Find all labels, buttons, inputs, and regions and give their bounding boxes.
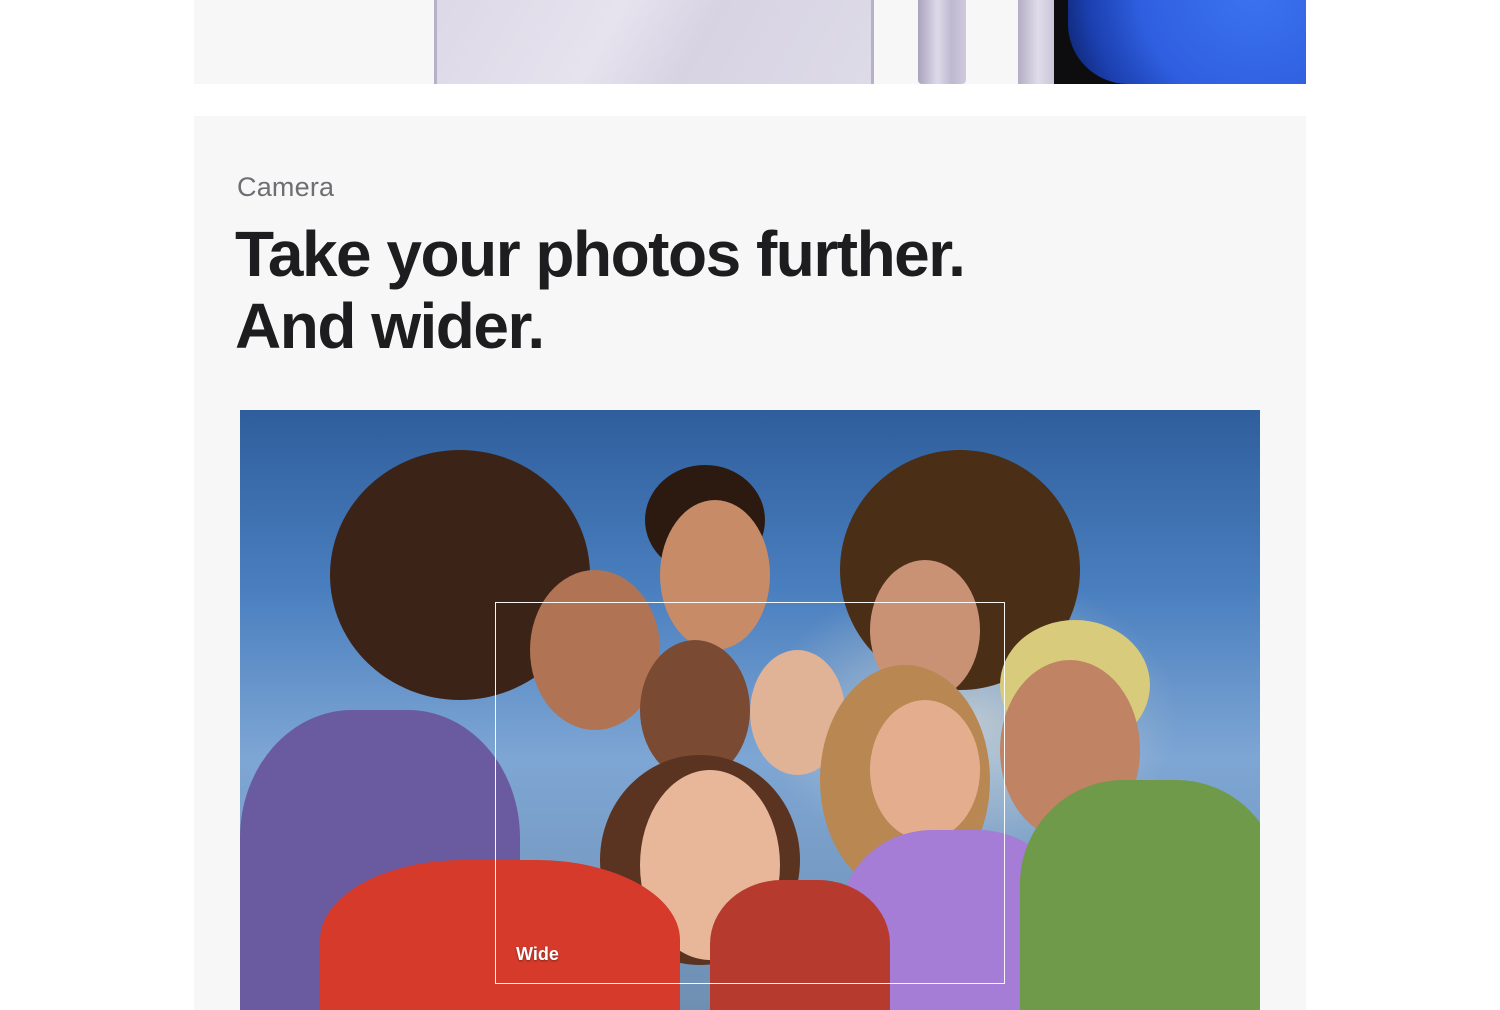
phone-side-image xyxy=(918,0,966,84)
headline-line-1: Take your photos further. xyxy=(235,218,966,290)
product-image-strip xyxy=(194,0,1306,84)
headline-line-2: And wider. xyxy=(235,290,545,362)
wide-lens-label: Wide xyxy=(516,944,559,964)
phone-frame-edge xyxy=(1018,0,1058,84)
camera-section: Camera Take your photos further. And wid… xyxy=(194,116,1306,1010)
section-eyebrow: Camera xyxy=(237,172,335,202)
group-selfie-photo: Wide xyxy=(240,410,1260,1010)
wide-lens-frame: Wide xyxy=(495,602,1005,984)
phone-back-image xyxy=(434,0,874,84)
phone-screen xyxy=(1068,0,1306,84)
section-headline: Take your photos further. And wider. xyxy=(235,218,1035,362)
phone-front-image xyxy=(1054,0,1306,84)
person-shirt xyxy=(1020,780,1260,1010)
